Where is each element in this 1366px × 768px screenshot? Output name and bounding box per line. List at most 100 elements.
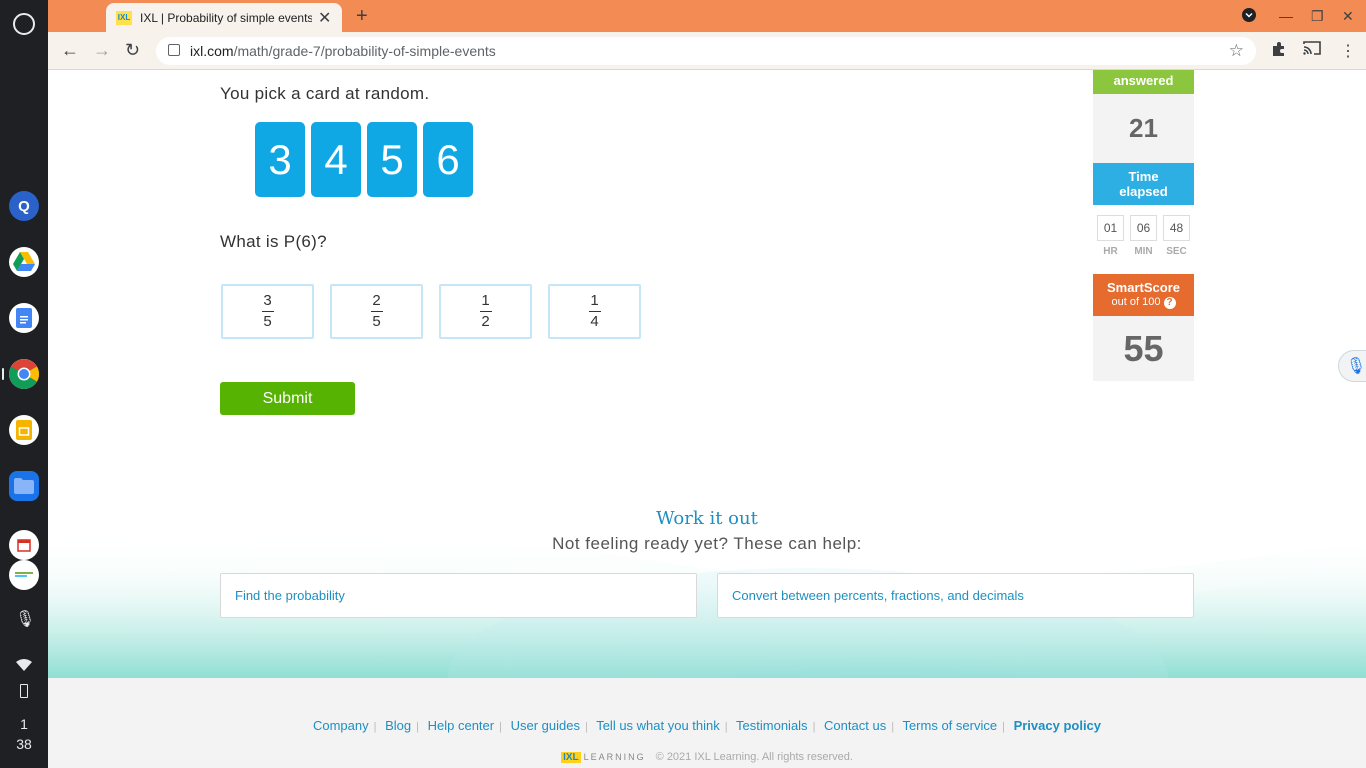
browser-tab[interactable]: IXL IXL | Probability of simple events ✕ <box>106 3 342 32</box>
reload-icon[interactable]: ↻ <box>125 40 140 60</box>
footer-link-help-center[interactable]: Help center <box>428 718 494 733</box>
answer-choice-1[interactable]: 35 <box>221 284 314 339</box>
fraction: 14 <box>588 292 601 331</box>
learning-wordmark: LEARNING <box>583 752 646 762</box>
calendar-app-icon[interactable] <box>9 530 39 560</box>
timer-hours-label: HR <box>1103 246 1118 257</box>
site-info-icon[interactable] <box>168 44 180 56</box>
help-question-icon[interactable]: ? <box>1163 297 1176 309</box>
timer-hours: 01 HR <box>1097 215 1124 274</box>
stats-panel: answered 21 Time elapsed 01 HR 06 MIN 48… <box>1093 70 1194 381</box>
footer-link-company[interactable]: Company <box>313 718 369 733</box>
answer-choice-2[interactable]: 25 <box>330 284 423 339</box>
copyright-line: IXL LEARNING © 2021 IXL Learning. All righ… <box>48 751 1366 763</box>
tab-close-icon[interactable]: ✕ <box>318 8 331 28</box>
timer-minutes-label: MIN <box>1134 246 1153 257</box>
footer-links: Company | Blog | Help center | User guides |… <box>312 718 1102 733</box>
footer-link-feedback[interactable]: Tell us what you think <box>596 718 720 733</box>
footer-link-testimonials[interactable]: Testimonials <box>736 718 808 733</box>
work-it-out-title: Work it out <box>656 508 758 529</box>
footer-link-privacy[interactable]: Privacy policy <box>1014 718 1101 733</box>
address-bar[interactable]: ixl.com/math/grade-7/probability-of-simp… <box>156 37 1256 65</box>
ixl-logo[interactable]: IXL <box>561 752 581 763</box>
forward-arrow-icon[interactable]: → <box>93 40 111 60</box>
timer-minutes-value: 06 <box>1130 215 1157 241</box>
number-cards: 3 4 5 6 <box>255 122 473 197</box>
google-docs-icon[interactable] <box>9 303 39 333</box>
chrome-browser-icon[interactable] <box>9 359 39 389</box>
answer-choice-4[interactable]: 14 <box>548 284 641 339</box>
numerator: 1 <box>590 292 599 309</box>
questions-answered-label: answered <box>1093 70 1194 94</box>
tab-search-icon[interactable] <box>1241 7 1257 26</box>
smartscore-value: 55 <box>1093 316 1194 381</box>
back-arrow-icon[interactable]: ← <box>61 40 79 60</box>
denominator: 2 <box>481 313 490 330</box>
time-label-line-1: Time <box>1128 169 1159 184</box>
quizlet-app-icon[interactable]: Q <box>9 191 39 221</box>
work-it-out-subtitle: Not feeling ready yet? These can help: <box>552 534 862 553</box>
clock-minute: 38 <box>16 736 32 752</box>
browser-titlebar: IXL IXL | Probability of simple events ✕… <box>48 0 1366 32</box>
google-slides-icon[interactable] <box>9 415 39 445</box>
number-card: 3 <box>255 122 305 197</box>
chromeos-shelf: Q 🎙 1 38 <box>0 0 48 768</box>
clock-hour: 1 <box>20 716 28 732</box>
fraction: 12 <box>479 292 492 331</box>
footer-link-blog[interactable]: Blog <box>385 718 411 733</box>
denominator: 5 <box>372 313 381 330</box>
time-label-line-2: elapsed <box>1119 184 1168 199</box>
url-text[interactable]: ixl.com/math/grade-7/probability-of-simp… <box>190 43 496 59</box>
questions-answered-value: 21 <box>1093 94 1194 163</box>
running-indicator <box>2 368 4 380</box>
ixl-favicon-icon: IXL <box>116 10 132 25</box>
fraction: 35 <box>261 292 274 331</box>
battery-icon <box>20 684 28 698</box>
number-card: 4 <box>311 122 361 197</box>
footer-link-contact[interactable]: Contact us <box>824 718 886 733</box>
denominator: 4 <box>590 313 599 330</box>
close-window-icon[interactable]: ✕ <box>1342 8 1354 25</box>
minimize-icon[interactable]: — <box>1279 8 1293 24</box>
footer-link-terms[interactable]: Terms of service <box>902 718 997 733</box>
timer-hours-value: 01 <box>1097 215 1124 241</box>
answer-choices: 35 25 12 14 <box>221 284 641 339</box>
cast-icon[interactable] <box>1303 41 1321 60</box>
tab-title: IXL | Probability of simple events <box>140 10 312 25</box>
answer-choice-3[interactable]: 12 <box>439 284 532 339</box>
help-link-convert-percents[interactable]: Convert between percents, fractions, and… <box>717 573 1194 618</box>
problem-question: What is P(6)? <box>220 232 327 251</box>
new-tab-button[interactable]: + <box>356 6 368 26</box>
browser-toolbar: ← → ↻ ixl.com/math/grade-7/probability-o… <box>48 32 1366 70</box>
timer-minutes: 06 MIN <box>1130 215 1157 274</box>
elapsed-timer[interactable]: 01 HR 06 MIN 48 SEC <box>1093 205 1194 274</box>
bookmark-star-icon[interactable]: ☆ <box>1229 41 1244 61</box>
smartscore-sub-text: out of 100 <box>1111 296 1161 308</box>
copyright-text: © 2021 IXL Learning. All rights reserved… <box>655 751 853 763</box>
google-drive-icon[interactable] <box>9 247 39 277</box>
files-app-icon[interactable] <box>9 471 39 501</box>
app-icon[interactable] <box>9 560 39 590</box>
numerator: 3 <box>263 292 272 309</box>
help-link-find-probability[interactable]: Find the probability <box>220 573 697 618</box>
system-clock[interactable]: 1 38 <box>0 714 48 754</box>
number-card: 6 <box>423 122 473 197</box>
smartscore-header: SmartScore out of 100 ? <box>1093 274 1194 316</box>
numerator: 2 <box>372 292 381 309</box>
footer-link-user-guides[interactable]: User guides <box>511 718 580 733</box>
number-card: 5 <box>367 122 417 197</box>
microphone-icon[interactable]: 🎙 <box>15 609 35 629</box>
time-elapsed-label: Time elapsed <box>1093 163 1194 205</box>
launcher-button[interactable] <box>13 13 35 35</box>
restore-icon[interactable]: ❐ <box>1311 8 1324 25</box>
timer-seconds-value: 48 <box>1163 215 1190 241</box>
more-menu-icon[interactable]: ⋮ <box>1340 41 1356 61</box>
submit-button[interactable]: Submit <box>220 382 355 415</box>
site-footer: Company | Blog | Help center | User guides |… <box>48 678 1366 768</box>
numerator: 1 <box>481 292 490 309</box>
problem-prompt: You pick a card at random. <box>220 84 430 103</box>
timer-seconds: 48 SEC <box>1163 215 1190 274</box>
extensions-puzzle-icon[interactable] <box>1271 41 1287 62</box>
voice-input-microphone-icon[interactable]: 🎙 <box>1338 350 1366 382</box>
wifi-icon[interactable] <box>16 658 32 676</box>
